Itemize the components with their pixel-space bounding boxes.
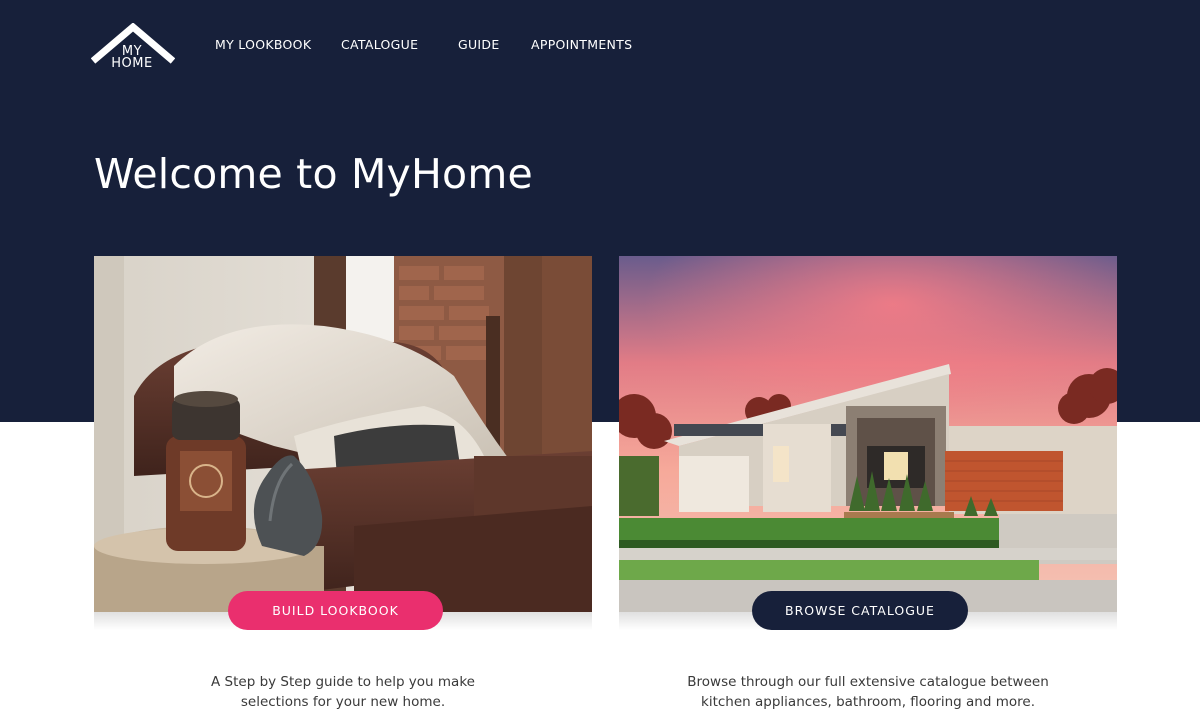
lookbook-description-line2: selections for your new home. xyxy=(240,694,446,710)
lookbook-description-line1: A Step by Step guide to help you make xyxy=(211,674,475,690)
living-room-image xyxy=(94,256,592,613)
nav-item-appointments[interactable]: APPOINTMENTS xyxy=(531,37,632,52)
lookbook-card-image xyxy=(94,256,592,613)
nav-item-catalogue[interactable]: CATALOGUE xyxy=(341,37,418,52)
nav-item-guide[interactable]: GUIDE xyxy=(458,37,500,52)
page-title: Welcome to MyHome xyxy=(94,150,533,198)
logo-text-line2: HOME xyxy=(111,56,153,71)
browse-catalogue-button[interactable]: BROWSE CATALOGUE xyxy=(752,591,968,630)
catalogue-description-line2: kitchen appliances, bathroom, flooring a… xyxy=(701,694,1035,710)
catalogue-description: Browse through our full extensive catalo… xyxy=(619,672,1117,712)
house-exterior-image xyxy=(619,256,1117,613)
myhome-logo[interactable]: MY HOME xyxy=(90,22,176,73)
catalogue-card-image xyxy=(619,256,1117,613)
catalogue-description-line1: Browse through our full extensive catalo… xyxy=(687,674,1049,690)
build-lookbook-button[interactable]: BUILD LOOKBOOK xyxy=(228,591,443,630)
lookbook-description: A Step by Step guide to help you make se… xyxy=(94,672,592,712)
nav-item-my-lookbook[interactable]: MY LOOKBOOK xyxy=(215,37,311,52)
